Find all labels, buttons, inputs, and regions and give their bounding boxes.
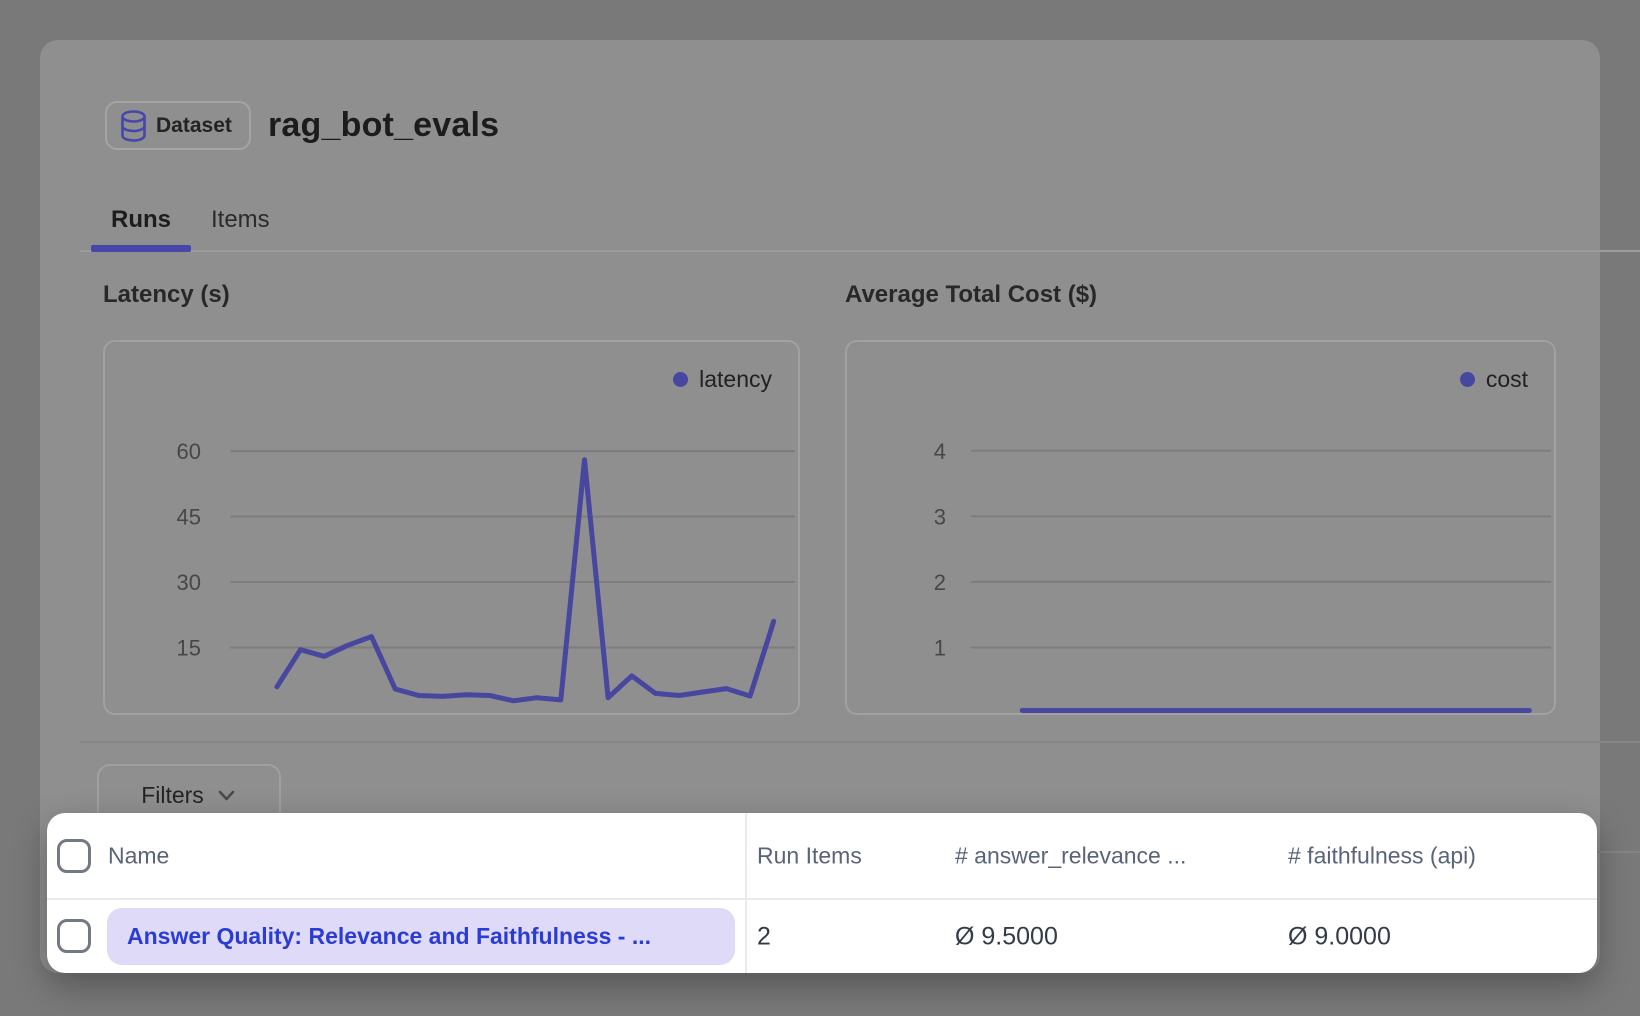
page-title: rag_bot_evals	[268, 101, 499, 150]
cost-legend: cost	[1460, 366, 1528, 393]
badge-label: Dataset	[156, 114, 232, 138]
cost-legend-label: cost	[1486, 366, 1528, 393]
section-divider	[80, 741, 1640, 743]
svg-text:30: 30	[177, 570, 201, 595]
cost-chart-panel: 4 3 2 1 cost	[845, 340, 1556, 715]
latency-chart-title: Latency (s)	[103, 281, 230, 309]
dataset-badge: Dataset	[105, 101, 251, 150]
svg-text:15: 15	[177, 636, 201, 661]
filters-button-label: Filters	[141, 782, 204, 809]
cost-chart-title: Average Total Cost ($)	[845, 281, 1097, 309]
column-header-run-items: Run Items	[757, 842, 862, 869]
table-header-row: Name Run Items # answer_relevance ... # …	[47, 813, 1597, 900]
svg-text:45: 45	[177, 505, 201, 530]
cost-chart: 4 3 2 1	[847, 342, 1554, 713]
runs-table: Name Run Items # answer_relevance ... # …	[47, 813, 1597, 973]
tab-bar: Runs Items	[80, 190, 1640, 252]
active-tab-indicator	[91, 245, 191, 252]
cost-legend-dot	[1460, 372, 1475, 387]
latency-chart-panel: 60 45 30 15 latency	[103, 340, 800, 715]
svg-text:4: 4	[934, 439, 946, 464]
run-name-link[interactable]: Answer Quality: Relevance and Faithfulne…	[107, 908, 735, 965]
row-checkbox[interactable]	[57, 919, 91, 953]
tab-items[interactable]: Items	[191, 190, 290, 250]
run-items-value: 2	[757, 922, 771, 951]
chevron-down-icon	[216, 785, 237, 806]
svg-text:60: 60	[177, 439, 201, 464]
app-screen: Dataset rag_bot_evals Runs Items Latency…	[0, 0, 1640, 1016]
column-header-answer-relevance: # answer_relevance ...	[955, 842, 1186, 869]
answer-relevance-value: Ø 9.5000	[955, 922, 1058, 951]
column-header-name: Name	[108, 842, 169, 869]
svg-text:2: 2	[934, 570, 946, 595]
column-header-faithfulness: # faithfulness (api)	[1288, 842, 1476, 869]
tab-runs[interactable]: Runs	[91, 190, 191, 250]
database-icon	[120, 110, 147, 142]
latency-chart: 60 45 30 15	[105, 342, 798, 713]
table-row: Answer Quality: Relevance and Faithfulne…	[47, 900, 1597, 973]
select-all-checkbox[interactable]	[57, 839, 91, 873]
tab-runs-label: Runs	[111, 206, 171, 234]
tab-items-label: Items	[211, 206, 270, 234]
latency-legend-dot	[673, 372, 688, 387]
svg-text:3: 3	[934, 504, 946, 529]
latency-legend-label: latency	[699, 366, 772, 393]
svg-text:1: 1	[934, 635, 946, 660]
latency-legend: latency	[673, 366, 772, 393]
faithfulness-value: Ø 9.0000	[1288, 922, 1391, 951]
run-name-label: Answer Quality: Relevance and Faithfulne…	[127, 923, 651, 950]
